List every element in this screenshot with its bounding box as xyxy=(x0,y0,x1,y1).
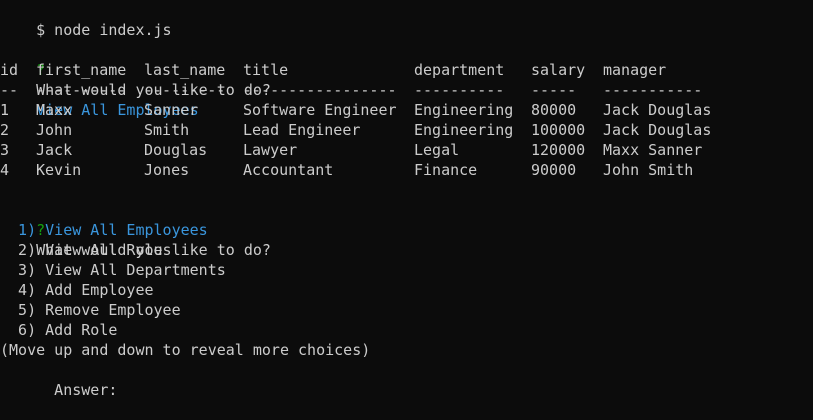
table-cell-manager: Jack Douglas xyxy=(603,121,712,139)
table-separator: ----------- xyxy=(603,81,703,99)
table-header-cell: salary xyxy=(531,61,586,79)
table-cell-id: 4 xyxy=(0,161,10,179)
table-cell-salary: 90000 xyxy=(531,161,577,179)
menu-choice-selected[interactable]: 1) View All Employees xyxy=(0,220,208,240)
table-cell-salary: 100000 xyxy=(531,121,586,139)
table-header-cell: id xyxy=(0,61,19,79)
table-separator: --------- xyxy=(144,81,226,99)
table-cell-last-name: Sanner xyxy=(144,101,199,119)
table-cell-first-name: Maxx xyxy=(36,101,73,119)
table-cell-first-name: Kevin xyxy=(36,161,82,179)
table-header-cell: title xyxy=(243,61,289,79)
prompt-active: ? What would you like to do? xyxy=(0,200,271,259)
table-cell-manager: Jack Douglas xyxy=(603,101,712,119)
table-cell-last-name: Douglas xyxy=(144,141,208,159)
table-header-cell: last_name xyxy=(144,61,226,79)
table-cell-id: 3 xyxy=(0,141,10,159)
answer-label: Answer: xyxy=(36,381,118,399)
table-cell-title: Software Engineer xyxy=(243,101,397,119)
table-cell-manager: Maxx Sanner xyxy=(603,141,703,159)
table-row: 4 Kevin Jones Accountant Finance 90000 J… xyxy=(0,160,813,180)
table-cell-manager: John Smith xyxy=(603,161,694,179)
table-cell-id: 2 xyxy=(0,121,10,139)
command-line: $ node index.js xyxy=(0,0,171,39)
table-cell-salary: 120000 xyxy=(531,141,586,159)
table-cell-title: Lead Engineer xyxy=(243,121,361,139)
table-separator: ----------------- xyxy=(243,81,397,99)
table-cell-title: Accountant xyxy=(243,161,334,179)
menu-choice[interactable]: 4) Add Employee xyxy=(0,280,153,300)
terminal-window[interactable]: $ node index.js ? What would you like to… xyxy=(0,0,813,409)
table-cell-last-name: Jones xyxy=(144,161,190,179)
table-row: 2 John Smith Lead Engineer Engineering 1… xyxy=(0,120,813,140)
table-cell-title: Lawyer xyxy=(243,141,298,159)
table-cell-department: Engineering xyxy=(414,121,514,139)
scroll-hint: (Move up and down to reveal more choices… xyxy=(0,341,371,359)
menu-choice[interactable]: 3) View All Departments xyxy=(0,260,226,280)
table-separator: -- xyxy=(0,81,19,99)
table-cell-last-name: Smith xyxy=(144,121,190,139)
menu-choice[interactable]: 6) Add Role xyxy=(0,320,117,340)
table-row: 1 Maxx Sanner Software Engineer Engineer… xyxy=(0,100,813,120)
table-cell-first-name: John xyxy=(36,121,73,139)
command-text: $ node index.js xyxy=(36,21,172,39)
table-row: 3 Jack Douglas Lawyer Legal 120000 Maxx … xyxy=(0,140,813,160)
table-header-row: id first_name last_name title department… xyxy=(0,60,813,80)
table-separator-row: -- ---------- --------- ----------------… xyxy=(0,80,813,100)
table-separator: ---------- xyxy=(36,81,127,99)
prompt-answered: ? What would you like to do? View All Em… xyxy=(0,40,271,119)
menu-choice[interactable]: 5) Remove Employee xyxy=(0,300,181,320)
table-cell-department: Legal xyxy=(414,141,460,159)
table-cell-id: 1 xyxy=(0,101,10,119)
table-cell-salary: 80000 xyxy=(531,101,577,119)
table-cell-department: Engineering xyxy=(414,101,514,119)
table-header-cell: department xyxy=(414,61,505,79)
table-cell-first-name: Jack xyxy=(36,141,73,159)
table-separator: ----- xyxy=(531,81,577,99)
menu-choice[interactable]: 2) View All Roles xyxy=(0,240,172,260)
table-header-cell: first_name xyxy=(36,61,127,79)
table-header-cell: manager xyxy=(603,61,667,79)
answer-input-line[interactable]: Answer: xyxy=(0,360,117,399)
table-separator: ---------- xyxy=(414,81,505,99)
table-cell-department: Finance xyxy=(414,161,478,179)
